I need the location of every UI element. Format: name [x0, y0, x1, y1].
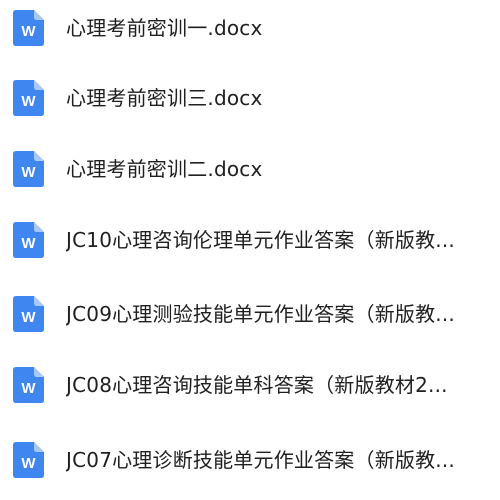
file-row[interactable]: W JC09心理测验技能单元作业答案（新版教...: [0, 284, 500, 344]
file-name: 心理考前密训三.docx: [66, 86, 263, 110]
file-name: 心理考前密训二.docx: [66, 157, 263, 181]
word-doc-icon: W: [13, 80, 44, 116]
file-name: JC08心理咨询技能单科答案（新版教材2...: [66, 373, 448, 397]
file-name: JC10心理咨询伦理单元作业答案（新版教...: [66, 228, 455, 252]
file-row[interactable]: W 心理考前密训一.docx: [0, 0, 500, 58]
word-doc-icon: W: [13, 442, 44, 478]
word-glyph: W: [21, 455, 36, 472]
file-row[interactable]: W 心理考前密训二.docx: [0, 139, 500, 199]
file-row[interactable]: W JC07心理诊断技能单元作业答案（新版教...: [0, 430, 500, 490]
file-row[interactable]: W JC08心理咨询技能单科答案（新版教材2...: [0, 355, 500, 415]
word-glyph: W: [21, 23, 36, 40]
word-glyph: W: [21, 93, 36, 110]
word-doc-icon: W: [13, 296, 44, 332]
file-row[interactable]: W JC10心理咨询伦理单元作业答案（新版教...: [0, 210, 500, 270]
file-row[interactable]: W 心理考前密训三.docx: [0, 68, 500, 128]
file-name: JC09心理测验技能单元作业答案（新版教...: [66, 302, 455, 326]
word-doc-icon: W: [13, 10, 44, 46]
file-list: W 心理考前密训一.docx W 心理考前密训三.docx W 心理考前密训二.…: [0, 0, 500, 500]
word-doc-icon: W: [13, 151, 44, 187]
word-glyph: W: [21, 309, 36, 326]
word-glyph: W: [21, 164, 36, 181]
word-doc-icon: W: [13, 222, 44, 258]
word-glyph: W: [21, 380, 36, 397]
word-glyph: W: [21, 235, 36, 252]
file-name: 心理考前密训一.docx: [66, 16, 263, 40]
file-name: JC07心理诊断技能单元作业答案（新版教...: [66, 448, 455, 472]
word-doc-icon: W: [13, 367, 44, 403]
